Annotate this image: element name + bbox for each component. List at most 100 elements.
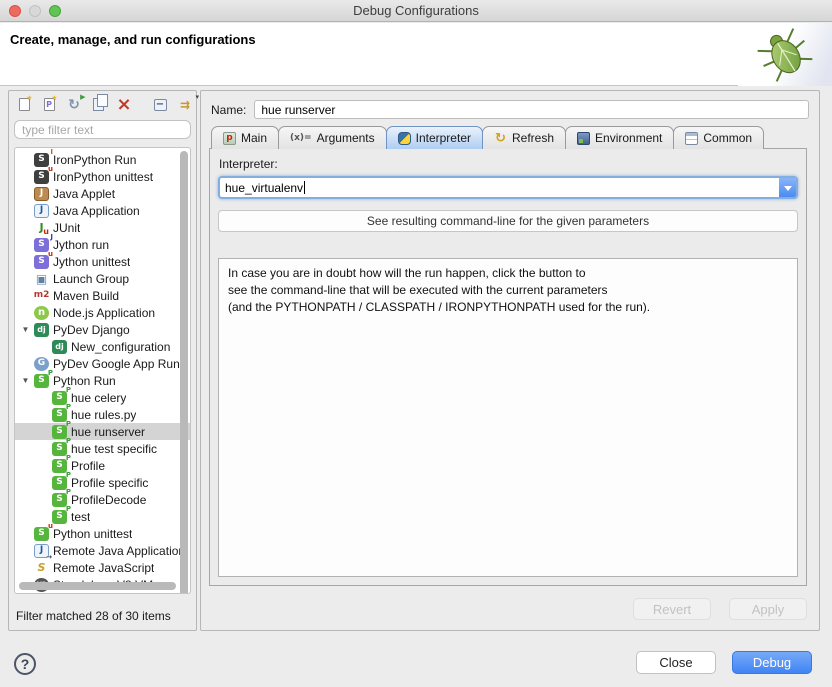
- nodejs-icon: [34, 306, 49, 320]
- environment-icon: [577, 132, 590, 145]
- collapse-all-icon: [154, 99, 167, 111]
- help-button[interactable]: ?: [14, 653, 36, 675]
- export-button[interactable]: [65, 96, 83, 114]
- gae-icon: [34, 357, 49, 371]
- interpreter-label: Interpreter:: [219, 157, 798, 171]
- name-input[interactable]: [254, 100, 809, 119]
- new-configuration-icon: [19, 98, 30, 111]
- tree-horizontal-scrollbar[interactable]: [19, 582, 176, 590]
- configuration-detail-panel: Name: Main Arguments Interpreter Refresh: [200, 90, 820, 631]
- debug-button[interactable]: Debug: [732, 651, 812, 674]
- tree-item-profile[interactable]: ▼ Profile: [15, 457, 190, 474]
- window-title: Debug Configurations: [0, 3, 832, 18]
- tree-item-java-application[interactable]: ▼ Java Application: [15, 202, 190, 219]
- dialog-header: Create, manage, and run configurations: [0, 23, 832, 86]
- remote-java-icon: [34, 544, 49, 558]
- configurations-sidebar: ▼ IronPython Run ▼ IronPython unittest ▼…: [8, 90, 197, 631]
- duplicate-button[interactable]: [90, 96, 108, 114]
- tree-item-ironpython-run[interactable]: ▼ IronPython Run: [15, 151, 190, 168]
- tree-item-hue-celery[interactable]: ▼ hue celery: [15, 389, 190, 406]
- see-command-line-button[interactable]: See resulting command-line for the given…: [218, 210, 798, 232]
- python-icon: [52, 510, 67, 524]
- new-configuration-button[interactable]: [15, 96, 33, 114]
- tree-item-ironpython-unittest[interactable]: ▼ IronPython unittest: [15, 168, 190, 185]
- python-icon: [52, 391, 67, 405]
- tree-item-pydev-django[interactable]: ▼ PyDev Django: [15, 321, 190, 338]
- filter-status: Filter matched 28 of 30 items: [16, 609, 171, 623]
- main-tab-icon: [223, 132, 236, 145]
- filter-menu-button[interactable]: [176, 96, 194, 114]
- java-applet-icon: [34, 187, 49, 201]
- django-icon: [52, 340, 67, 354]
- tree-item-python-run[interactable]: ▼ Python Run: [15, 372, 190, 389]
- remote-js-icon: [34, 561, 49, 575]
- tree-vertical-scrollbar[interactable]: [180, 151, 188, 594]
- tab-main[interactable]: Main: [211, 126, 279, 149]
- tree-item-hue-runserver[interactable]: ▼ hue runserver: [15, 423, 190, 440]
- filter-icon: [175, 98, 195, 112]
- apply-button[interactable]: Apply: [729, 598, 807, 620]
- tree-item-remote-java-application[interactable]: ▼ Remote Java Application: [15, 542, 190, 559]
- python-icon: [52, 442, 67, 456]
- tree-item-java-applet[interactable]: ▼ Java Applet: [15, 185, 190, 202]
- arguments-icon: [290, 132, 312, 145]
- close-button[interactable]: Close: [636, 651, 716, 674]
- text-caret: [304, 181, 305, 194]
- interpreter-tab-panel: Interpreter: hue_virtualenv See resultin…: [209, 148, 807, 586]
- ironpython-unittest-icon: [34, 170, 49, 184]
- tree-item-profile-specific[interactable]: ▼ Profile specific: [15, 474, 190, 491]
- tab-bar: Main Arguments Interpreter Refresh Envir…: [211, 125, 819, 149]
- tree-item-junit[interactable]: ▼ JUnit: [15, 219, 190, 236]
- java-application-icon: [34, 204, 49, 218]
- tree-item-hue-rules-py[interactable]: ▼ hue rules.py: [15, 406, 190, 423]
- tab-common[interactable]: Common: [673, 126, 764, 149]
- new-prototype-icon: [44, 98, 55, 111]
- jython-unittest-icon: [34, 255, 49, 269]
- title-bar: Debug Configurations: [0, 0, 832, 22]
- tab-refresh[interactable]: Refresh: [482, 126, 566, 149]
- bug-icon: [738, 23, 832, 86]
- python-unittest-icon: [34, 527, 49, 541]
- tab-interpreter[interactable]: Interpreter: [386, 126, 483, 149]
- refresh-icon: [494, 132, 507, 145]
- tree-item-new-configuration[interactable]: ▼ New_configuration: [15, 338, 190, 355]
- junit-icon: [34, 221, 49, 235]
- interpreter-value: hue_virtualenv: [225, 181, 303, 195]
- interpreter-combobox[interactable]: hue_virtualenv: [218, 176, 798, 199]
- django-icon: [34, 323, 49, 337]
- tree-item-test[interactable]: ▼ test: [15, 508, 190, 525]
- tree-item-jython-run[interactable]: ▼ Jython run: [15, 236, 190, 253]
- page-title: Create, manage, and run configurations: [10, 32, 256, 47]
- python-icon: [34, 374, 49, 388]
- python-icon: [52, 476, 67, 490]
- revert-button[interactable]: Revert: [633, 598, 711, 620]
- run-info-text: In case you are in doubt how will the ru…: [218, 258, 798, 577]
- delete-icon: [117, 98, 132, 112]
- tree-item-jython-unittest[interactable]: ▼ Jython unittest: [15, 253, 190, 270]
- expand-arrow-icon[interactable]: ▼: [21, 325, 30, 334]
- tree-item-profiledecode[interactable]: ▼ ProfileDecode: [15, 491, 190, 508]
- python-icon: [52, 425, 67, 439]
- export-icon: [67, 98, 82, 112]
- expand-arrow-icon[interactable]: ▼: [21, 376, 30, 385]
- maven-icon: [34, 289, 49, 303]
- filter-input[interactable]: [14, 120, 191, 139]
- delete-button[interactable]: [115, 96, 133, 114]
- tab-arguments[interactable]: Arguments: [278, 126, 387, 149]
- ironpython-run-icon: [34, 153, 49, 167]
- tree-item-python-unittest[interactable]: ▼ Python unittest: [15, 525, 190, 542]
- collapse-all-button[interactable]: [151, 96, 169, 114]
- python-icon: [52, 493, 67, 507]
- interpreter-dropdown-button[interactable]: [779, 178, 796, 197]
- launch-group-icon: [34, 272, 49, 286]
- tree-item-node-js-application[interactable]: ▼ Node.js Application: [15, 304, 190, 321]
- tree-item-remote-javascript[interactable]: ▼ Remote JavaScript: [15, 559, 190, 576]
- tree-item-launch-group[interactable]: ▼ Launch Group: [15, 270, 190, 287]
- tab-environment[interactable]: Environment: [565, 126, 674, 149]
- tree-item-pydev-google-app-run[interactable]: ▼ PyDev Google App Run: [15, 355, 190, 372]
- tree-item-hue-test-specific[interactable]: ▼ hue test specific: [15, 440, 190, 457]
- duplicate-icon: [92, 98, 107, 112]
- python-icon: [52, 408, 67, 422]
- new-prototype-button[interactable]: [40, 96, 58, 114]
- tree-item-maven-build[interactable]: ▼ Maven Build: [15, 287, 190, 304]
